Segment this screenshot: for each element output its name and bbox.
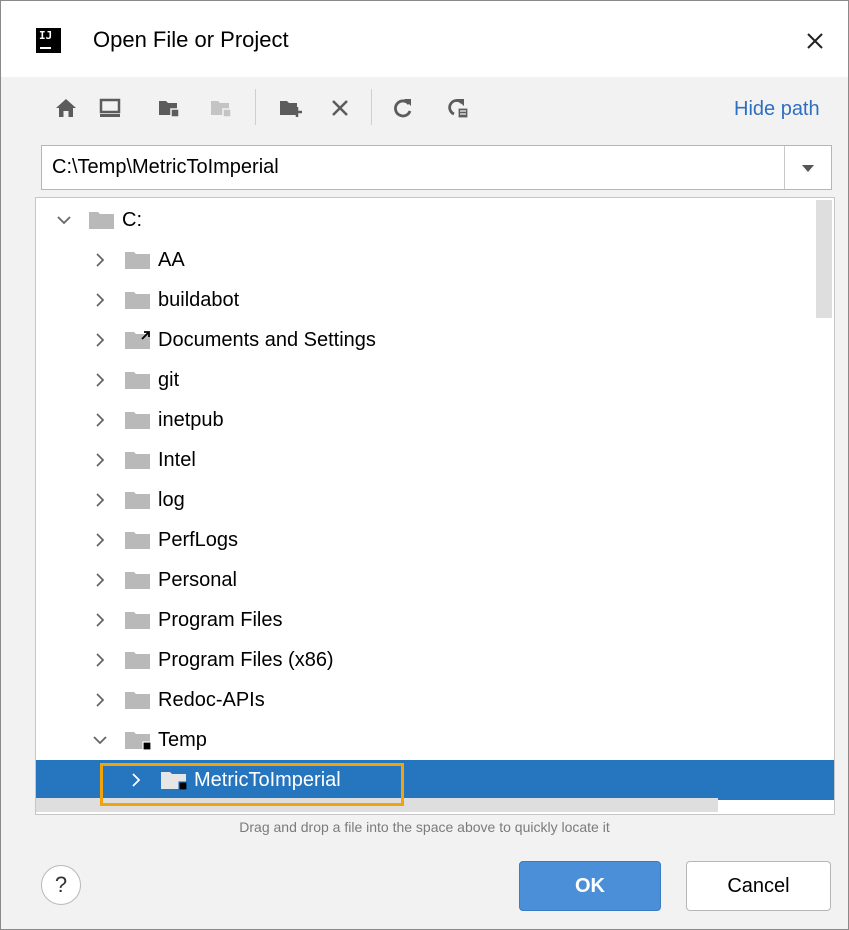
tree-item-label: Program Files (x86) (158, 649, 334, 671)
chevron-right-icon[interactable] (92, 531, 108, 549)
project-folder-icon (159, 101, 180, 118)
tree-item-label: Redoc-APIs (158, 689, 265, 711)
delete-icon (332, 100, 348, 116)
folder-icon (124, 410, 152, 430)
ok-button[interactable]: OK (519, 861, 661, 911)
chevron-right-icon[interactable] (92, 251, 108, 269)
tree-item-label: AA (158, 249, 185, 271)
tree-item-label: C: (122, 209, 142, 231)
path-combobox (41, 145, 832, 190)
desktop-icon (99, 98, 121, 117)
file-tree[interactable]: C: AA buildabot Documents and Settings git in… (35, 197, 835, 815)
tree-item-label: git (158, 369, 180, 391)
home-icon (56, 99, 76, 117)
refresh-button[interactable] (388, 93, 418, 123)
chevron-down-icon (802, 165, 814, 172)
tree-item-label: Temp (158, 729, 207, 751)
tree-row[interactable]: Temp (36, 720, 834, 760)
tree-item-label: Documents and Settings (158, 329, 376, 351)
chevron-right-icon[interactable] (92, 571, 108, 589)
tree-row[interactable]: AA (36, 240, 834, 280)
tree-row[interactable]: Intel (36, 440, 834, 480)
chevron-down-icon[interactable] (56, 211, 72, 229)
tree-row[interactable]: MetricToImperial (36, 760, 834, 800)
chevron-down-icon[interactable] (92, 731, 108, 749)
toolbar-separator (255, 89, 256, 125)
show-hidden-button[interactable] (443, 93, 473, 123)
tree-row[interactable]: PerfLogs (36, 520, 834, 560)
project-folder-button[interactable] (154, 93, 184, 123)
tree-row[interactable]: Program Files (x86) (36, 640, 834, 680)
tree-row[interactable]: buildabot (36, 280, 834, 320)
module-folder-icon (124, 730, 152, 751)
chevron-right-icon[interactable] (92, 691, 108, 709)
chevron-right-icon[interactable] (92, 371, 108, 389)
vertical-scrollbar-thumb[interactable] (816, 200, 832, 318)
help-button[interactable]: ? (41, 865, 81, 905)
tree-row[interactable]: Documents and Settings (36, 320, 834, 360)
folder-icon (124, 690, 152, 710)
folder-icon (124, 650, 152, 670)
folder-icon (124, 450, 152, 470)
tree-row[interactable]: git (36, 360, 834, 400)
tree-item-label: PerfLogs (158, 529, 239, 551)
module-folder-icon (211, 101, 232, 118)
tree-item-label: Program Files (158, 609, 283, 631)
chevron-right-icon[interactable] (92, 451, 108, 469)
intellij-logo-icon: IJ (36, 28, 61, 53)
title-bar: IJ Open File or Project (1, 1, 848, 77)
tree-row[interactable]: C: (36, 200, 834, 240)
tree-row[interactable]: inetpub (36, 400, 834, 440)
tree-item-label: inetpub (158, 409, 224, 431)
tree-row[interactable]: Redoc-APIs (36, 680, 834, 720)
drag-drop-hint: Drag and drop a file into the space abov… (239, 819, 610, 835)
chevron-right-icon[interactable] (92, 491, 108, 509)
path-dropdown-button[interactable] (785, 146, 831, 189)
folder-icon (124, 610, 152, 630)
refresh-icon (394, 99, 412, 118)
delete-button[interactable] (325, 93, 355, 123)
tree-item-label: MetricToImperial (194, 769, 341, 791)
tree-item-label: Intel (158, 449, 196, 471)
new-folder-button[interactable] (275, 93, 305, 123)
close-button[interactable] (797, 23, 833, 59)
folder-icon (88, 210, 116, 230)
tree-row[interactable]: Personal (36, 560, 834, 600)
module-folder-button[interactable] (206, 93, 236, 123)
tree-row[interactable]: Program Files (36, 600, 834, 640)
dialog-title: Open File or Project (93, 27, 289, 52)
desktop-button[interactable] (95, 93, 125, 123)
chevron-right-icon[interactable] (92, 611, 108, 629)
chevron-right-icon[interactable] (92, 331, 108, 349)
close-icon (807, 33, 823, 49)
symlink-folder-icon (124, 330, 152, 350)
folder-icon (124, 290, 152, 310)
folder-icon (124, 250, 152, 270)
show-hidden-icon (448, 99, 469, 119)
open-file-dialog: IJ Open File or Project Hide path C:\Tem… (0, 0, 849, 930)
folder-icon (124, 570, 152, 590)
chevron-right-icon[interactable] (92, 291, 108, 309)
path-input[interactable] (42, 146, 784, 189)
tree-row[interactable]: log (36, 480, 834, 520)
tree-item-label: log (158, 489, 185, 511)
tree-item-label: buildabot (158, 289, 240, 311)
tree-item-label: Personal (158, 569, 237, 591)
folder-icon (124, 530, 152, 550)
chevron-right-icon[interactable] (128, 771, 144, 789)
module-folder-icon (160, 770, 188, 791)
hide-path-link[interactable]: Hide path (734, 98, 820, 121)
new-folder-icon (280, 101, 302, 117)
folder-icon (124, 370, 152, 390)
chevron-right-icon[interactable] (92, 411, 108, 429)
toolbar-separator (371, 89, 372, 125)
horizontal-scrollbar-thumb[interactable] (36, 798, 718, 812)
cancel-button[interactable]: Cancel (686, 861, 831, 911)
toolbar: Hide path (1, 77, 848, 137)
folder-icon (124, 490, 152, 510)
home-button[interactable] (51, 93, 81, 123)
chevron-right-icon[interactable] (92, 651, 108, 669)
